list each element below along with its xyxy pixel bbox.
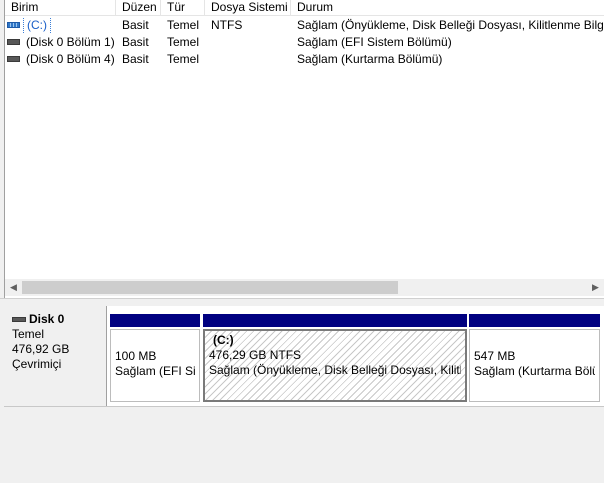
volume-filesystem: NTFS: [211, 18, 243, 32]
column-header-layout[interactable]: Düzen: [116, 0, 161, 16]
partition-status: Sağlam (Kurtarma Bölümü): [474, 364, 595, 378]
volume-icon: [7, 39, 20, 45]
volume-name: (Disk 0 Bölüm 1): [26, 35, 115, 49]
volume-list[interactable]: Birim Düzen Tür Dosya Sistemi Durum (C:)…: [4, 0, 604, 298]
disk-type: Temel: [12, 327, 45, 341]
partition-bar: [469, 314, 600, 327]
volume-status: Sağlam (Önyükleme, Disk Belleği Dosyası,…: [297, 18, 604, 32]
disk-size: 476,92 GB: [12, 342, 70, 356]
disk-map: Disk 0 Temel 476,92 GB Çevrimiçi 100 MB …: [4, 306, 604, 406]
volume-icon: [7, 56, 20, 62]
volume-type: Temel: [167, 35, 200, 49]
scrollbar-thumb[interactable]: [22, 281, 398, 294]
volume-type: Temel: [167, 18, 200, 32]
partition-c[interactable]: (C:) 476,29 GB NTFS Sağlam (Önyükleme, D…: [203, 314, 467, 402]
scroll-right-icon[interactable]: ▶: [587, 279, 604, 296]
volume-filesystem: [211, 34, 291, 51]
partition-size: 547 MB: [474, 349, 516, 363]
volume-layout: Basit: [122, 18, 149, 32]
partition-recovery[interactable]: 547 MB Sağlam (Kurtarma Bölümü): [469, 314, 600, 402]
scroll-left-icon[interactable]: ◀: [5, 279, 22, 296]
partition-efi[interactable]: 100 MB Sağlam (EFI Sistem Bölümü): [110, 314, 200, 402]
partition-label: [474, 334, 595, 349]
volume-layout: Basit: [122, 35, 149, 49]
system-volume-icon: [7, 22, 20, 28]
volume-name: (Disk 0 Bölüm 4): [26, 52, 115, 66]
column-header-volume[interactable]: Birim: [5, 0, 116, 16]
partition-bar: [203, 314, 467, 327]
partition-status: Sağlam (Önyükleme, Disk Belleği Dosyası,…: [209, 363, 461, 377]
partition-label: (C:): [213, 333, 234, 347]
disk-state: Çevrimiçi: [12, 357, 62, 371]
disk-title: Disk 0: [29, 312, 65, 326]
volume-status: Sağlam (Kurtarma Bölümü): [297, 52, 443, 66]
volume-status: Sağlam (EFI Sistem Bölümü): [297, 35, 452, 49]
volume-layout: Basit: [122, 52, 149, 66]
empty-area: [4, 406, 604, 483]
volume-name[interactable]: (C:): [23, 17, 51, 34]
partition-status: Sağlam (EFI Sistem Bölümü): [115, 364, 195, 378]
horizontal-scrollbar[interactable]: ◀ ▶: [4, 279, 604, 296]
partition-label: [115, 334, 195, 349]
partition-size: 476,29 GB NTFS: [209, 348, 302, 362]
partition-size: 100 MB: [115, 349, 157, 363]
column-header-type[interactable]: Tür: [161, 0, 205, 16]
volume-filesystem: [211, 51, 291, 68]
disk-icon: [12, 317, 26, 322]
volume-row[interactable]: (Disk 0 Bölüm 1) Basit Temel Sağlam (EFI…: [5, 34, 604, 51]
volume-type: Temel: [167, 52, 200, 66]
volume-row[interactable]: (Disk 0 Bölüm 4) Basit Temel Sağlam (Kur…: [5, 51, 604, 68]
partition-bar: [110, 314, 200, 327]
disk-label[interactable]: Disk 0 Temel 476,92 GB Çevrimiçi: [4, 306, 107, 406]
volume-row[interactable]: (C:) Basit Temel NTFS Sağlam (Önyükleme,…: [5, 17, 604, 34]
column-header-status[interactable]: Durum: [291, 0, 604, 16]
column-header-filesystem[interactable]: Dosya Sistemi: [205, 0, 291, 16]
pane-splitter[interactable]: [0, 298, 604, 306]
